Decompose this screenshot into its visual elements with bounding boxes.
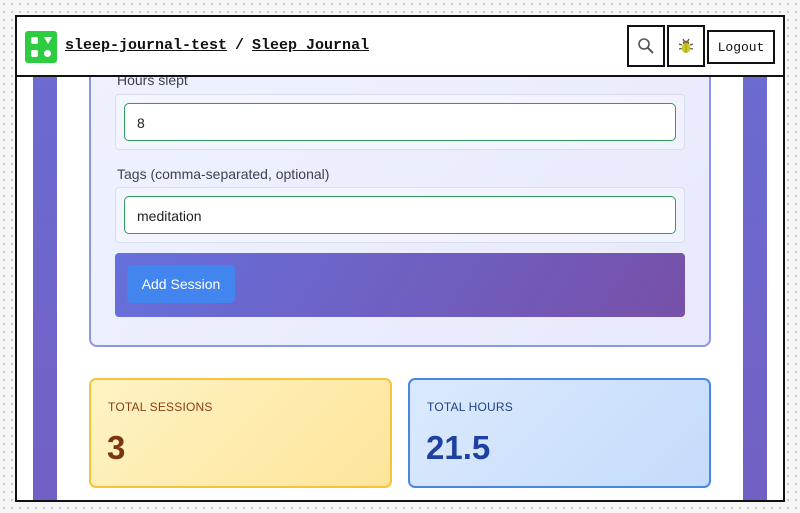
hours-slept-label: Hours slept [117,77,188,88]
debug-button[interactable] [667,25,705,67]
breadcrumb-page-link[interactable]: Sleep Journal [252,37,369,54]
logout-button[interactable]: Logout [707,30,775,64]
tags-label: Tags (comma-separated, optional) [117,166,330,182]
hours-field-wrapper: 8 [115,94,685,150]
total-hours-card: TOTAL HOURS 21.5 [408,378,711,488]
search-button[interactable] [627,25,665,67]
grid-logo-icon[interactable] [25,31,57,63]
search-icon [638,38,654,54]
main-content: Hours slept 8 Tags (comma-separated, opt… [17,77,783,500]
breadcrumb: sleep-journal-test / Sleep Journal [65,37,369,54]
total-hours-title: TOTAL HOURS [427,400,513,414]
submit-panel: Add Session [115,253,685,317]
top-bar: sleep-journal-test / Sleep Journal Logout [17,17,783,77]
right-accent-band [743,77,767,500]
breadcrumb-project-link[interactable]: sleep-journal-test [65,37,227,54]
tags-field-wrapper: meditation [115,187,685,243]
total-hours-value: 21.5 [426,429,491,466]
app-frame: sleep-journal-test / Sleep Journal Logout [15,15,785,502]
total-sessions-value: 3 [107,429,126,466]
add-session-button[interactable]: Add Session [127,265,235,303]
total-sessions-card: TOTAL SESSIONS 3 [89,378,392,488]
add-session-form: Hours slept 8 Tags (comma-separated, opt… [89,77,711,347]
breadcrumb-separator: / [235,37,245,54]
left-accent-band [33,77,57,500]
hours-slept-input[interactable]: 8 [124,103,676,141]
tags-input[interactable]: meditation [124,196,676,234]
bug-icon [678,38,694,53]
total-sessions-title: TOTAL SESSIONS [108,400,213,414]
